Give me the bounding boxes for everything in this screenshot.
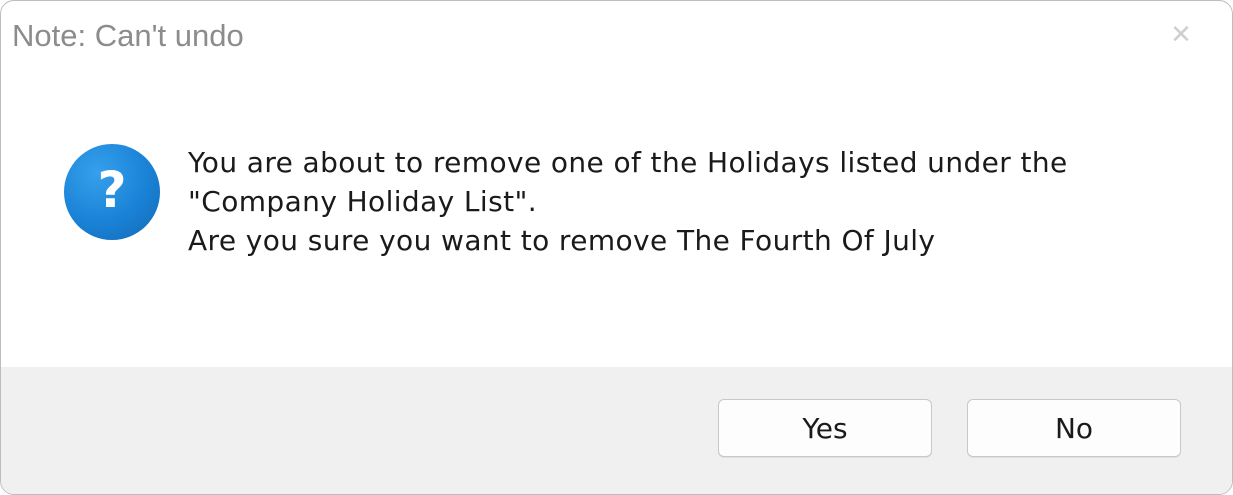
no-button[interactable]: No: [967, 399, 1181, 457]
close-icon[interactable]: ✕: [1163, 17, 1199, 53]
dialog-body: ? You are about to remove one of the Hol…: [1, 73, 1232, 367]
yes-button[interactable]: Yes: [718, 399, 932, 457]
confirm-dialog: Note: Can't undo ✕ ? You are about to re…: [0, 0, 1233, 495]
message-line: You are about to remove one of the Holid…: [188, 146, 1068, 179]
dialog-message: You are about to remove one of the Holid…: [188, 143, 1188, 260]
message-line: "Company Holiday List".: [188, 185, 538, 218]
dialog-title: Note: Can't undo: [12, 18, 244, 53]
button-bar: Yes No: [1, 367, 1232, 494]
title-bar: Note: Can't undo ✕: [1, 1, 1232, 73]
message-line: Are you sure you want to remove The Four…: [188, 224, 936, 257]
question-icon: ?: [64, 144, 160, 240]
